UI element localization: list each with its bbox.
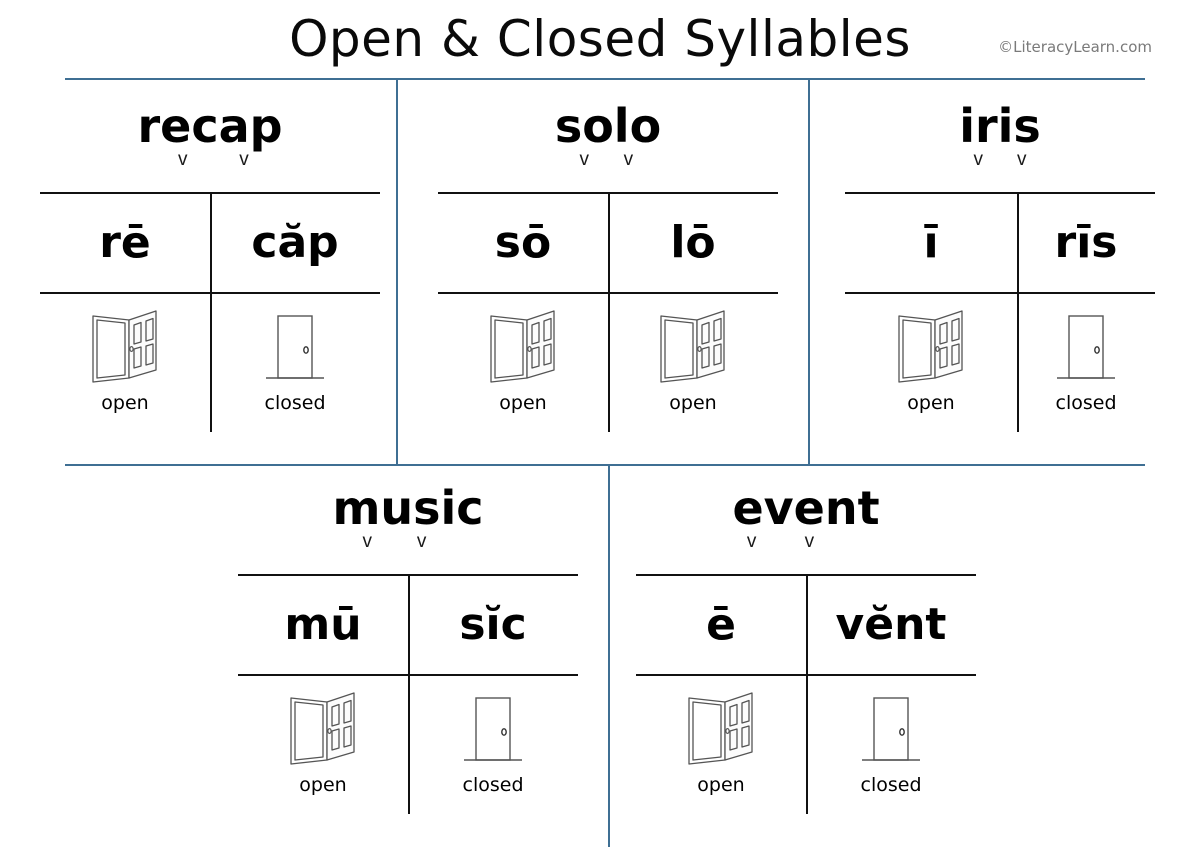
- frame-rule-col-3: [608, 466, 610, 847]
- word-text: recap: [137, 99, 283, 153]
- syllable-text: ī: [923, 217, 939, 268]
- page-header: Open & Closed Syllables ©LiteracyLearn.c…: [0, 0, 1200, 78]
- word-heading-block: music v v: [238, 482, 578, 574]
- syllable-cell-2: rīs: [1017, 194, 1155, 292]
- closed-door-icon: [456, 676, 530, 768]
- syllable-text: lō: [670, 217, 716, 268]
- vowel-marks: v v: [636, 532, 976, 556]
- vowel-marks: v v: [40, 150, 380, 174]
- door-cell-2: closed: [408, 676, 578, 814]
- vowel-marks: v v: [438, 150, 778, 174]
- door-cell-2: closed: [1017, 294, 1155, 432]
- syllable-cell-2: vĕnt: [806, 576, 976, 674]
- syllable-table: mū sĭc: [238, 574, 578, 814]
- door-row: open closed: [238, 676, 578, 814]
- vowel-mark-icon: v: [804, 531, 815, 552]
- door-label: closed: [1055, 392, 1117, 414]
- vowel-mark-icon: v: [746, 531, 757, 552]
- worksheet-page: Open & Closed Syllables ©LiteracyLearn.c…: [0, 0, 1200, 847]
- syllable-cell-1: mū: [238, 576, 408, 674]
- word-text: event: [732, 481, 880, 535]
- door-label: open: [697, 774, 745, 796]
- vowel-marks: v v: [238, 532, 578, 556]
- syllable-text: căp: [251, 217, 339, 268]
- word-heading-block: iris v v: [845, 100, 1155, 192]
- door-label: open: [101, 392, 149, 414]
- syllable-text: rīs: [1054, 217, 1118, 268]
- syllable-card-recap: recap v v rē căp open closed: [40, 100, 380, 432]
- door-label: closed: [264, 392, 326, 414]
- syllable-table: rē căp: [40, 192, 380, 432]
- syllable-text: rē: [99, 217, 151, 268]
- door-cell-2: closed: [806, 676, 976, 814]
- door-row: open open: [438, 294, 778, 432]
- syllable-card-event: event v v ē vĕnt open closed: [636, 482, 976, 814]
- open-door-icon: [894, 294, 968, 386]
- open-door-icon: [656, 294, 730, 386]
- syllable-table: ī rīs: [845, 192, 1155, 432]
- vowel-mark-icon: v: [579, 149, 589, 170]
- door-cell-2: closed: [210, 294, 380, 432]
- vowel-mark-icon: v: [362, 531, 372, 552]
- vowel-mark-icon: v: [239, 149, 249, 170]
- door-cell-1: open: [238, 676, 408, 814]
- syllable-cell-1: rē: [40, 194, 210, 292]
- copyright-notice: ©LiteracyLearn.com: [998, 38, 1152, 56]
- syllable-cell-2: lō: [608, 194, 778, 292]
- door-label: closed: [462, 774, 524, 796]
- syllable-card-solo: solo v v sō lō open open: [438, 100, 778, 432]
- syllable-cell-2: sĭc: [408, 576, 578, 674]
- syllable-card-music: music v v mū sĭc open closed: [238, 482, 578, 814]
- vowel-mark-icon: v: [973, 149, 984, 170]
- door-cell-2: open: [608, 294, 778, 432]
- door-cell-1: open: [636, 676, 806, 814]
- frame-rule-middle: [65, 464, 1145, 466]
- syllable-text: ē: [706, 599, 736, 650]
- word-heading-block: solo v v: [438, 100, 778, 192]
- closed-door-icon: [854, 676, 928, 768]
- vowel-mark-icon: v: [178, 149, 188, 170]
- door-label: open: [907, 392, 955, 414]
- closed-door-icon: [258, 294, 332, 386]
- frame-rule-col-2: [808, 80, 810, 464]
- door-cell-1: open: [845, 294, 1017, 432]
- open-door-icon: [486, 294, 560, 386]
- frame-rule-col-1: [396, 80, 398, 464]
- syllable-text: sō: [494, 217, 552, 268]
- door-label: open: [499, 392, 547, 414]
- vowel-marks: v v: [845, 150, 1155, 174]
- word-text: iris: [959, 99, 1041, 153]
- vowel-mark-icon: v: [416, 531, 427, 552]
- syllable-cell-2: căp: [210, 194, 380, 292]
- syllable-cell-1: sō: [438, 194, 608, 292]
- syllable-text: vĕnt: [835, 599, 947, 650]
- syllable-cell-1: ē: [636, 576, 806, 674]
- frame-rule-top: [65, 78, 1145, 80]
- closed-door-icon: [1049, 294, 1123, 386]
- vowel-mark-icon: v: [1016, 149, 1027, 170]
- open-door-icon: [684, 676, 758, 768]
- vowel-mark-icon: v: [623, 149, 634, 170]
- word-text: solo: [554, 99, 662, 153]
- word-heading-block: event v v: [636, 482, 976, 574]
- syllable-card-iris: iris v v ī rīs open closed: [845, 100, 1155, 432]
- door-label: open: [299, 774, 347, 796]
- open-door-icon: [88, 294, 162, 386]
- syllable-text: mū: [284, 599, 362, 650]
- door-cell-1: open: [438, 294, 608, 432]
- door-row: open closed: [636, 676, 976, 814]
- word-heading-block: recap v v: [40, 100, 380, 192]
- syllable-table: ē vĕnt: [636, 574, 976, 814]
- door-row: open closed: [845, 294, 1155, 432]
- syllable-table: sō lō: [438, 192, 778, 432]
- syllable-cell-1: ī: [845, 194, 1017, 292]
- door-label: closed: [860, 774, 922, 796]
- door-row: open closed: [40, 294, 380, 432]
- syllable-text: sĭc: [459, 599, 527, 650]
- door-cell-1: open: [40, 294, 210, 432]
- door-label: open: [669, 392, 717, 414]
- word-text: music: [332, 481, 484, 535]
- open-door-icon: [286, 676, 360, 768]
